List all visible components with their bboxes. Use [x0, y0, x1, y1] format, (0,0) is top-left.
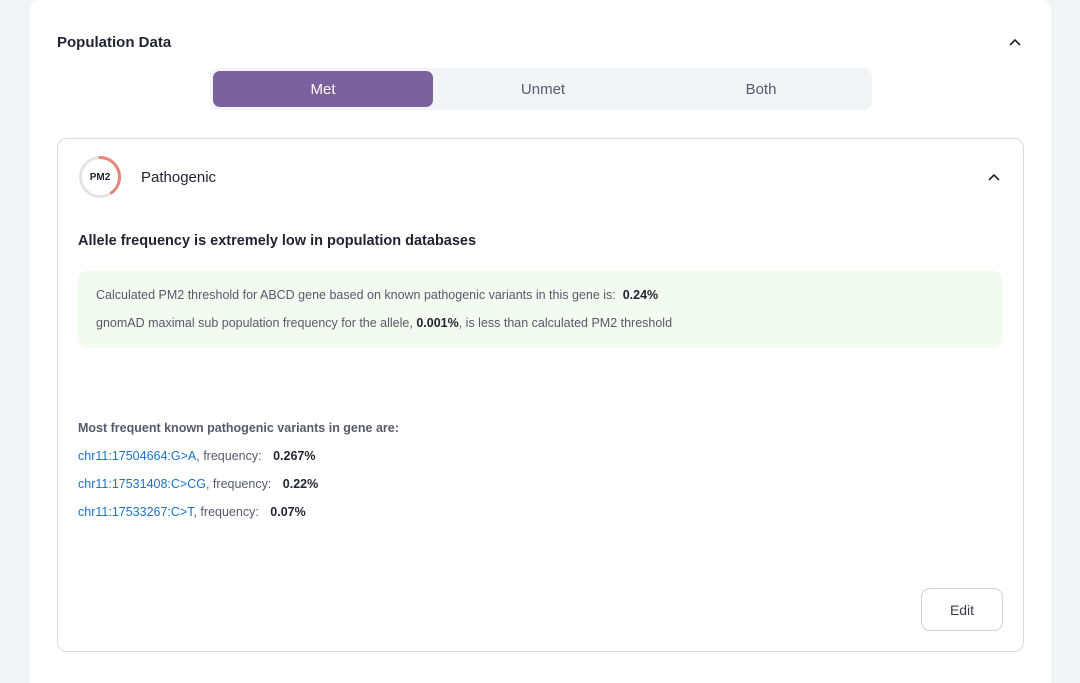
panel-header: Population Data: [57, 32, 1024, 52]
criterion-header: PM2 Pathogenic: [78, 155, 1003, 199]
criterion-card: PM2 Pathogenic Allele frequency is extre…: [57, 138, 1024, 652]
met-filter-toggle: Met Unmet Both: [210, 68, 872, 110]
frequency-label: , frequency:: [193, 505, 259, 519]
filter-both[interactable]: Both: [653, 71, 869, 107]
filter-met[interactable]: Met: [213, 71, 433, 107]
threshold-line: Calculated PM2 threshold for ABCD gene b…: [96, 288, 1002, 316]
variant-link[interactable]: chr11:17504664:G>A: [78, 449, 196, 463]
chevron-up-icon[interactable]: [985, 168, 1003, 186]
gnomad-suffix: , is less than calculated PM2 threshold: [458, 316, 673, 330]
list-item: chr11:17504664:G>A, frequency: 0.267%: [78, 449, 315, 463]
variant-frequency: 0.267%: [273, 449, 316, 463]
criterion-classification: Pathogenic: [141, 168, 217, 186]
threshold-text: Calculated PM2 threshold for ABCD gene b…: [96, 288, 616, 302]
criterion-code: PM2: [89, 171, 111, 183]
variant-link[interactable]: chr11:17531408:C>CG: [78, 477, 206, 491]
variant-frequency: 0.07%: [270, 505, 306, 519]
filter-unmet[interactable]: Unmet: [433, 71, 653, 107]
list-item: chr11:17531408:C>CG, frequency: 0.22%: [78, 477, 318, 491]
edit-button[interactable]: Edit: [921, 588, 1003, 631]
threshold-value: 0.24%: [622, 288, 659, 302]
criterion-code-badge: PM2: [78, 155, 122, 199]
list-item: chr11:17533267:C>T, frequency: 0.07%: [78, 505, 306, 519]
frequency-label: , frequency:: [196, 449, 262, 463]
threshold-info-box: Calculated PM2 threshold for ABCD gene b…: [78, 271, 1002, 348]
chevron-up-icon[interactable]: [1006, 33, 1024, 51]
panel-title: Population Data: [57, 33, 172, 51]
variant-frequency: 0.22%: [282, 477, 319, 491]
gnomad-prefix: gnomAD maximal sub population frequency …: [96, 316, 413, 330]
gnomad-value: 0.001%: [416, 316, 459, 330]
gnomad-line: gnomAD maximal sub population frequency …: [96, 316, 1002, 344]
frequency-label: , frequency:: [205, 477, 272, 491]
variant-link[interactable]: chr11:17533267:C>T: [78, 505, 193, 519]
population-data-panel: Population Data Met Unmet Both PM2 Patho…: [30, 0, 1051, 683]
criterion-heading: Allele frequency is extremely low in pop…: [78, 233, 477, 249]
variants-title: Most frequent known pathogenic variants …: [78, 421, 399, 435]
